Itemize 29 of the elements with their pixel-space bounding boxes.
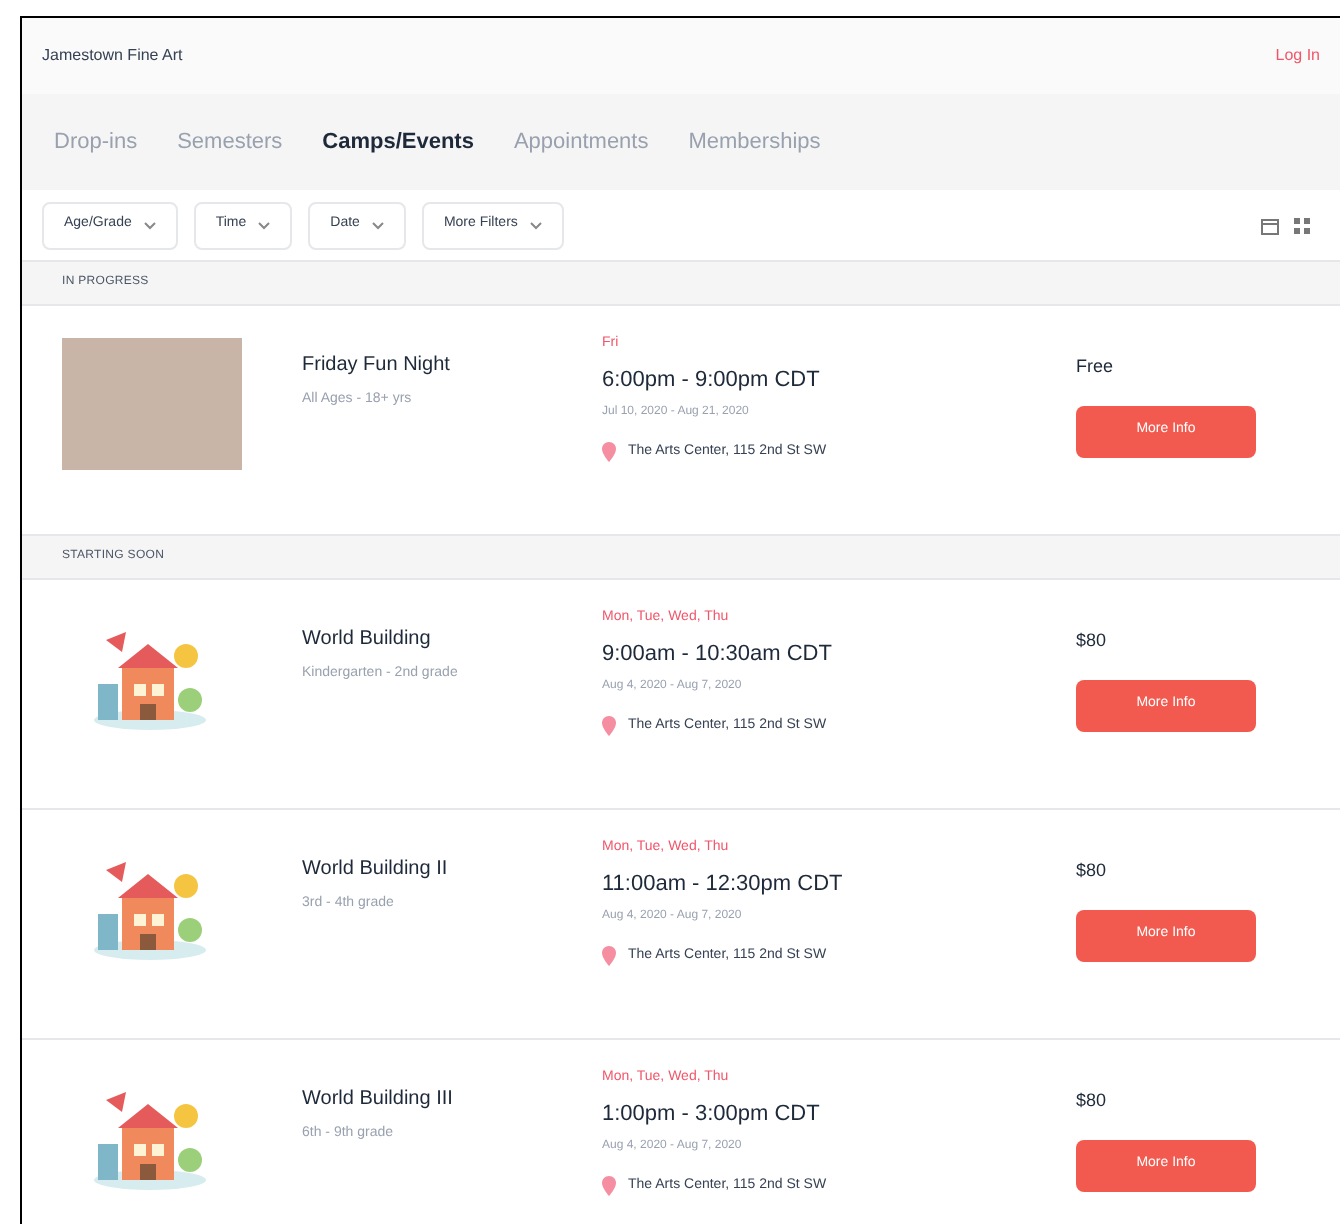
time-range: 1:00pm - 3:00pm CDT (602, 1099, 822, 1129)
price: Free (1076, 354, 1116, 380)
time-range: 6:00pm - 9:00pm CDT (602, 365, 822, 395)
location-pin-icon (602, 442, 616, 463)
login-link[interactable]: Log In (1275, 44, 1320, 68)
tab[interactable]: Camps/Events (322, 125, 474, 159)
site-title: Jamestown Fine Art (42, 44, 183, 68)
event-title: Friday Fun Night (302, 352, 452, 380)
grid-icon[interactable] (1292, 215, 1312, 235)
location-pin-icon (602, 1176, 616, 1197)
event-title: World Building (302, 626, 433, 654)
tab[interactable]: Drop-ins (54, 125, 138, 159)
calendar-icon[interactable] (1260, 215, 1280, 235)
price: $80 (1076, 1088, 1109, 1114)
time-range: 9:00am - 10:30am CDT (602, 639, 834, 669)
tab[interactable]: Memberships (688, 125, 821, 159)
event-title: World Building II (302, 856, 450, 884)
event-title: World Building III (302, 1086, 455, 1114)
time-range: 11:00am - 12:30pm CDT (602, 869, 845, 899)
chevron-icon (143, 221, 156, 229)
price: $80 (1076, 628, 1109, 654)
chevron-icon (371, 221, 384, 229)
location-pin-icon (602, 716, 616, 737)
chevron-icon (529, 221, 542, 229)
chevron-icon (258, 221, 271, 229)
price: $80 (1076, 858, 1109, 884)
location-pin-icon (602, 946, 616, 967)
tab[interactable]: Semesters (177, 125, 283, 159)
tab[interactable]: Appointments (513, 125, 649, 159)
